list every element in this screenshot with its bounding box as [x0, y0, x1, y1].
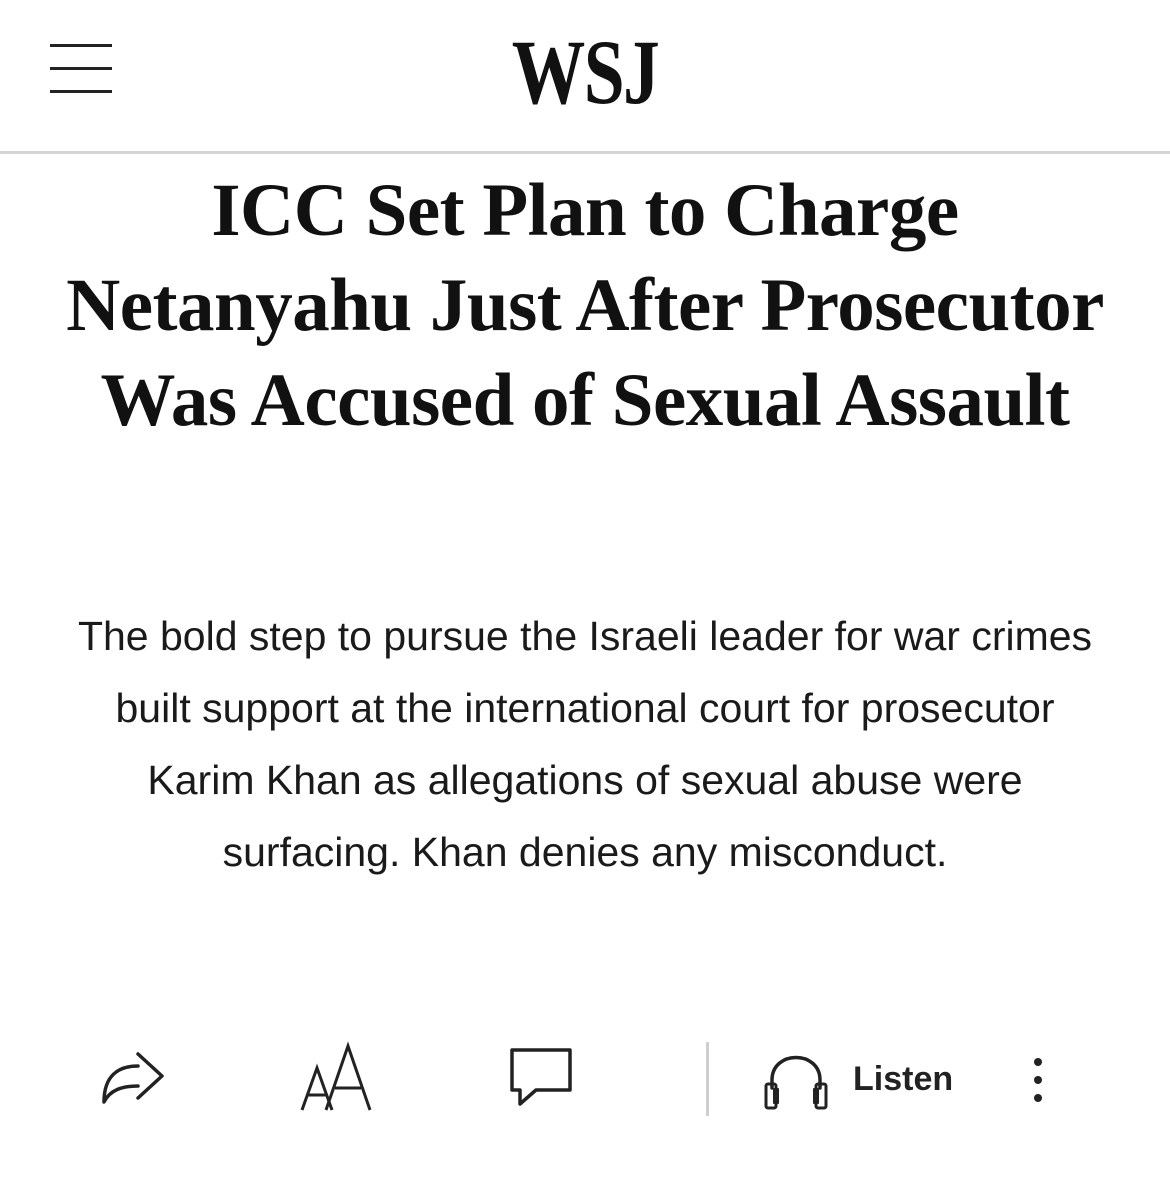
wsj-logo[interactable]: WSJ [117, 22, 1053, 122]
article-headline: ICC Set Plan to Charge Netanyahu Just Af… [66, 169, 1104, 442]
top-navigation-bar: WSJ [0, 0, 1170, 154]
share-arrow-icon [102, 1052, 164, 1104]
share-button[interactable] [98, 1046, 166, 1108]
more-vertical-icon [1034, 1058, 1042, 1102]
comment-bubble-icon [510, 1048, 572, 1106]
toolbar-divider [706, 1042, 709, 1116]
comments-button[interactable] [506, 1044, 576, 1110]
hamburger-menu-icon[interactable] [50, 44, 112, 94]
headphones-icon [764, 1055, 828, 1110]
listen-button[interactable]: Listen [760, 1046, 970, 1112]
article-toolbar: Listen [0, 1030, 1170, 1130]
text-size-button[interactable] [298, 1038, 376, 1114]
more-options-button[interactable] [1020, 1050, 1056, 1110]
listen-label: Listen [853, 1060, 954, 1098]
text-size-icon [300, 1041, 372, 1111]
article-summary: The bold step to pursue the Israeli lead… [77, 613, 1093, 875]
